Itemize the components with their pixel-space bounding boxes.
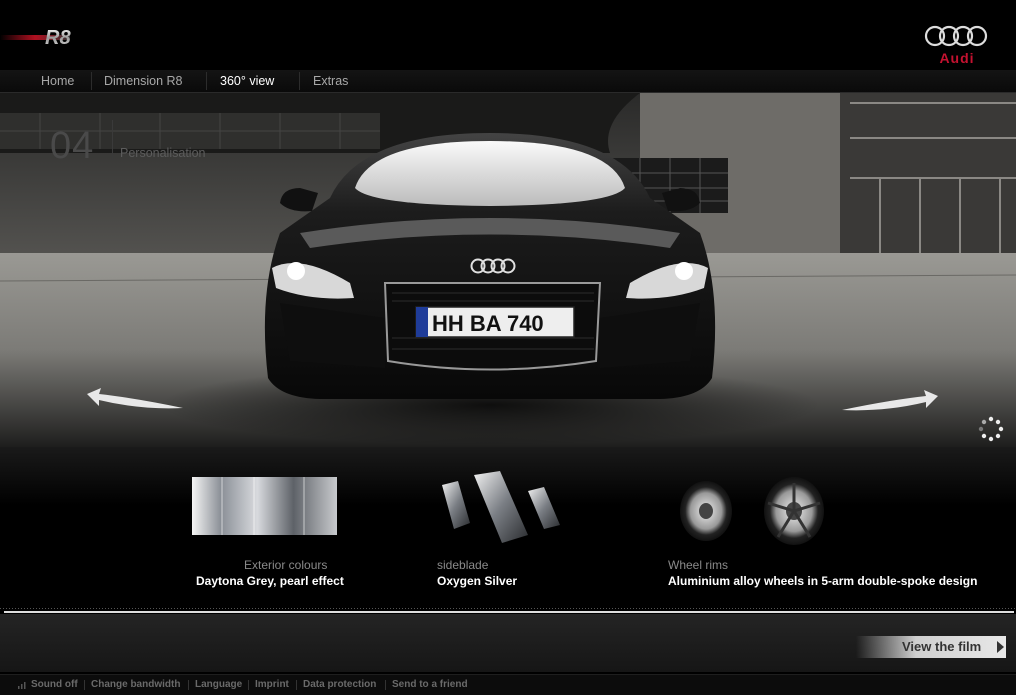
footer-data-protection[interactable]: Data protection [303, 679, 376, 690]
loading-spinner-icon [978, 416, 1004, 442]
audi-logo[interactable]: Audi [922, 24, 992, 68]
nav-extras[interactable]: Extras [313, 74, 348, 88]
rotate-right-icon[interactable] [840, 390, 940, 416]
nav-dimension-r8[interactable]: Dimension R8 [104, 74, 183, 88]
footer-language[interactable]: Language [195, 679, 242, 690]
section-divider [4, 611, 1014, 613]
header: R8 Audi [0, 0, 1016, 70]
sideblade-title: sideblade [437, 558, 489, 572]
sound-bars-icon [18, 682, 26, 689]
footer-sound-off[interactable]: Sound off [31, 679, 78, 690]
r8-logo[interactable]: R8 [0, 26, 112, 48]
footer-send-to-friend[interactable]: Send to a friend [392, 679, 468, 690]
dotted-divider [0, 608, 1016, 609]
audi-wordmark: Audi [939, 50, 975, 66]
step-divider [112, 120, 113, 160]
footer: Sound off Change bandwidth Language Impr… [0, 674, 1016, 695]
view-film-button[interactable]: View the film [856, 636, 1006, 658]
exterior-colours-title: Exterior colours [244, 558, 328, 572]
footer-change-bandwidth[interactable]: Change bandwidth [91, 679, 180, 690]
step-number: 04 [50, 125, 95, 167]
sideblade-value: Oxygen Silver [437, 574, 518, 588]
sideblade-swatch[interactable] [440, 471, 562, 543]
exterior-colours-value: Daytona Grey, pearl effect [196, 574, 344, 588]
play-arrow-icon [997, 641, 1004, 653]
wheel-rims-swatch[interactable] [676, 477, 836, 549]
nav-home[interactable]: Home [41, 74, 74, 88]
configuration-panel: Exterior colours Daytona Grey, pearl eff… [0, 447, 1016, 613]
exterior-colour-swatch[interactable] [192, 477, 337, 537]
license-plate: HH BA 740 [432, 311, 544, 336]
nav-360-view[interactable]: 360° view [220, 74, 274, 88]
wheel-rims-title: Wheel rims [668, 558, 729, 572]
footer-imprint[interactable]: Imprint [255, 679, 289, 690]
svg-text:R8: R8 [45, 27, 71, 48]
step-label: Personalisation [120, 146, 206, 160]
wheel-rims-value: Aluminium alloy wheels in 5-arm double-s… [668, 574, 978, 588]
view-film-label: View the film [902, 639, 982, 654]
audi-rings-icon [924, 25, 988, 47]
rotate-left-icon[interactable] [85, 388, 185, 414]
main-nav: Home Dimension R8 360° view Extras [0, 70, 1016, 93]
